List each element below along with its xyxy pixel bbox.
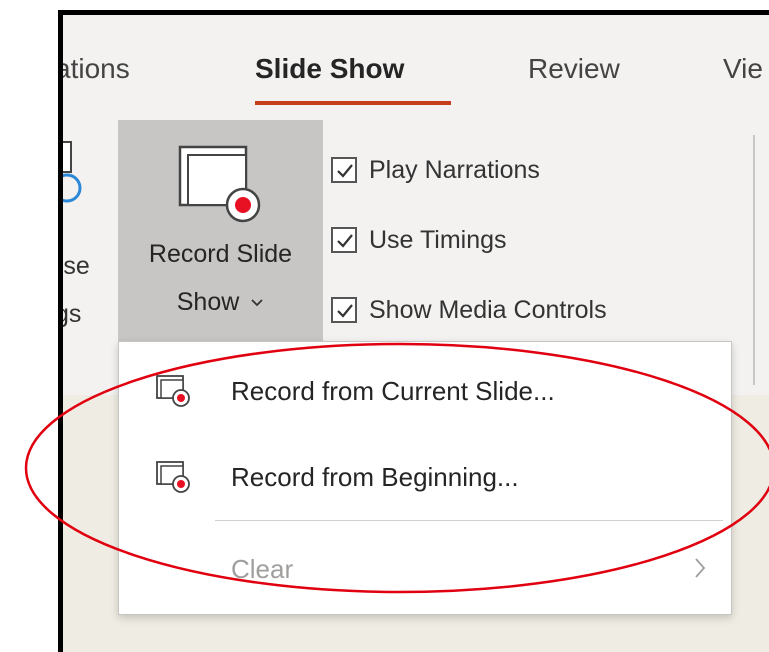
tab-review[interactable]: Review	[528, 53, 620, 85]
tab-view[interactable]: Vie	[723, 53, 763, 85]
use-timings-checkbox[interactable]: Use Timings	[331, 220, 507, 260]
record-label-1: Record Slide	[148, 240, 293, 268]
record-dropdown-menu: Record from Current Slide... Record from…	[118, 341, 732, 615]
tab-animations[interactable]: ations	[63, 53, 130, 85]
show-media-controls-checkbox[interactable]: Show Media Controls	[331, 290, 607, 330]
record-from-current-slide-item[interactable]: Record from Current Slide...	[119, 356, 731, 426]
checkmark-icon	[331, 157, 357, 183]
record-slide-show-button[interactable]: Record Slide Show	[118, 120, 323, 345]
clear-label: Clear	[231, 553, 294, 584]
active-tab-indicator	[255, 101, 451, 105]
record-label-2: Show	[118, 288, 323, 317]
clear-item: Clear	[119, 534, 731, 604]
record-from-beginning-label: Record from Beginning...	[231, 461, 519, 492]
menu-separator	[215, 520, 723, 521]
record-slide-icon	[156, 375, 190, 407]
show-media-controls-label: Show Media Controls	[369, 295, 607, 324]
use-timings-label: Use Timings	[369, 225, 507, 254]
checkmark-icon	[331, 227, 357, 253]
record-slide-icon	[156, 461, 190, 493]
rehearse-timings-button[interactable]: rse gs	[63, 120, 118, 350]
chevron-right-icon	[695, 558, 706, 578]
play-narrations-checkbox[interactable]: Play Narrations	[331, 150, 540, 190]
chevron-down-icon	[251, 299, 263, 307]
tab-slide-show[interactable]: Slide Show	[255, 53, 404, 85]
ribbon-tabs: ations Slide Show Review Vie	[63, 15, 769, 120]
record-slide-show-icon	[178, 145, 261, 223]
rehearse-label-1: rse	[63, 252, 90, 280]
record-from-current-slide-label: Record from Current Slide...	[231, 375, 555, 406]
group-separator	[753, 135, 755, 385]
play-narrations-label: Play Narrations	[369, 155, 540, 184]
rehearse-icon	[63, 141, 82, 203]
record-from-beginning-item[interactable]: Record from Beginning...	[119, 442, 731, 512]
rehearse-label-2: gs	[63, 300, 82, 328]
checkmark-icon	[331, 297, 357, 323]
powerpoint-window: ations Slide Show Review Vie rse gs Reco…	[58, 10, 769, 652]
